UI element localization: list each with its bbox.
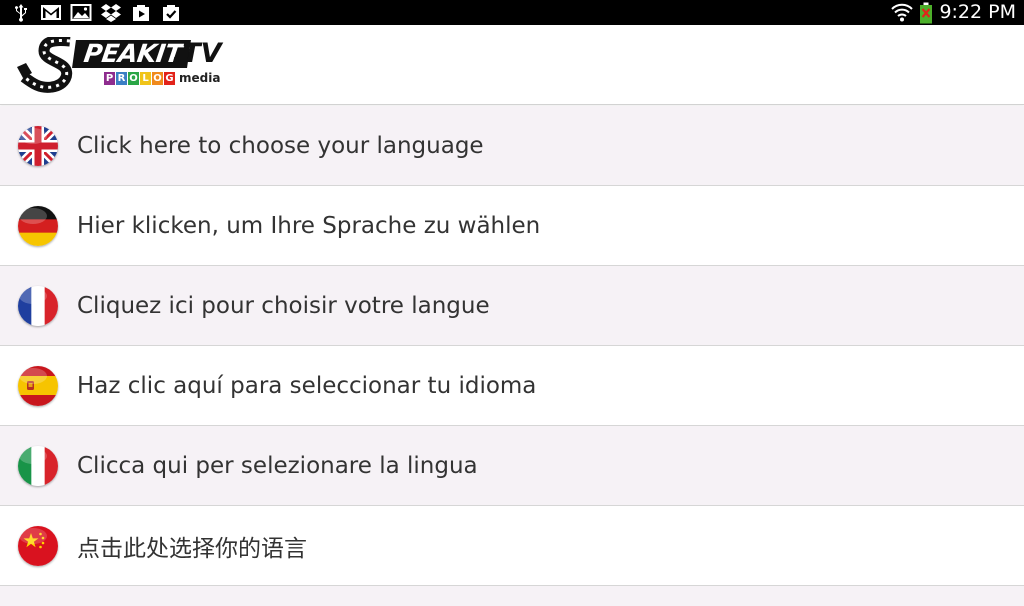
dropbox-icon xyxy=(101,4,121,22)
app-header: PEAKIT .TV P R O L O G media xyxy=(0,25,1024,105)
language-item-german[interactable]: Hier klicken, um Ihre Sprache zu wählen xyxy=(0,186,1024,266)
italy-flag-icon xyxy=(18,445,58,486)
language-label: Haz clic aquí para seleccionar tu idioma xyxy=(77,372,537,399)
language-label: Hier klicken, um Ihre Sprache zu wählen xyxy=(77,212,541,239)
usb-icon xyxy=(15,4,27,22)
prolog-letter: P xyxy=(104,72,115,85)
prolog-letter: G xyxy=(164,72,175,85)
logo-tv-suffix: .TV xyxy=(172,38,222,69)
prolog-letter: O xyxy=(128,72,139,85)
wifi-icon xyxy=(891,3,914,22)
gmail-icon xyxy=(41,5,61,20)
system-icons: 9:22 PM xyxy=(891,0,1016,25)
clock: 9:22 PM xyxy=(939,1,1016,23)
status-bar: 9:22 PM xyxy=(0,0,1024,25)
france-flag-icon xyxy=(18,285,58,326)
language-item-english[interactable]: Click here to choose your language xyxy=(0,106,1024,186)
language-item-chinese[interactable]: 点击此处选择你的语言 xyxy=(0,506,1024,586)
logo-media-text: media xyxy=(179,71,221,85)
china-flag-icon xyxy=(18,525,58,566)
download-check-icon xyxy=(163,5,179,21)
spain-flag-icon xyxy=(18,365,58,406)
uk-flag-icon xyxy=(18,125,58,166)
germany-flag-icon xyxy=(18,205,58,246)
prolog-media-mark: P R O L O G media xyxy=(104,72,220,85)
prolog-letter: R xyxy=(116,72,127,85)
prolog-letter: O xyxy=(152,72,163,85)
battery-icon xyxy=(920,2,933,23)
language-item-partial[interactable] xyxy=(0,586,1024,606)
language-item-french[interactable]: Cliquez ici pour choisir votre langue xyxy=(0,266,1024,346)
language-label: Clicca qui per selezionare la lingua xyxy=(77,452,478,479)
notification-icons xyxy=(10,3,182,22)
language-list: Click here to choose your language Hier … xyxy=(0,106,1024,606)
language-item-spanish[interactable]: Haz clic aquí para seleccionar tu idioma xyxy=(0,346,1024,426)
language-label: Cliquez ici pour choisir votre langue xyxy=(77,292,490,319)
play-store-icon xyxy=(133,5,149,21)
gallery-icon xyxy=(70,4,92,21)
language-label: 点击此处选择你的语言 xyxy=(77,535,307,562)
prolog-letter: L xyxy=(140,72,151,85)
speakit-tv-logo: PEAKIT .TV P R O L O G media xyxy=(14,37,229,93)
language-item-italian[interactable]: Clicca qui per selezionare la lingua xyxy=(0,426,1024,506)
language-label: Click here to choose your language xyxy=(77,132,484,159)
